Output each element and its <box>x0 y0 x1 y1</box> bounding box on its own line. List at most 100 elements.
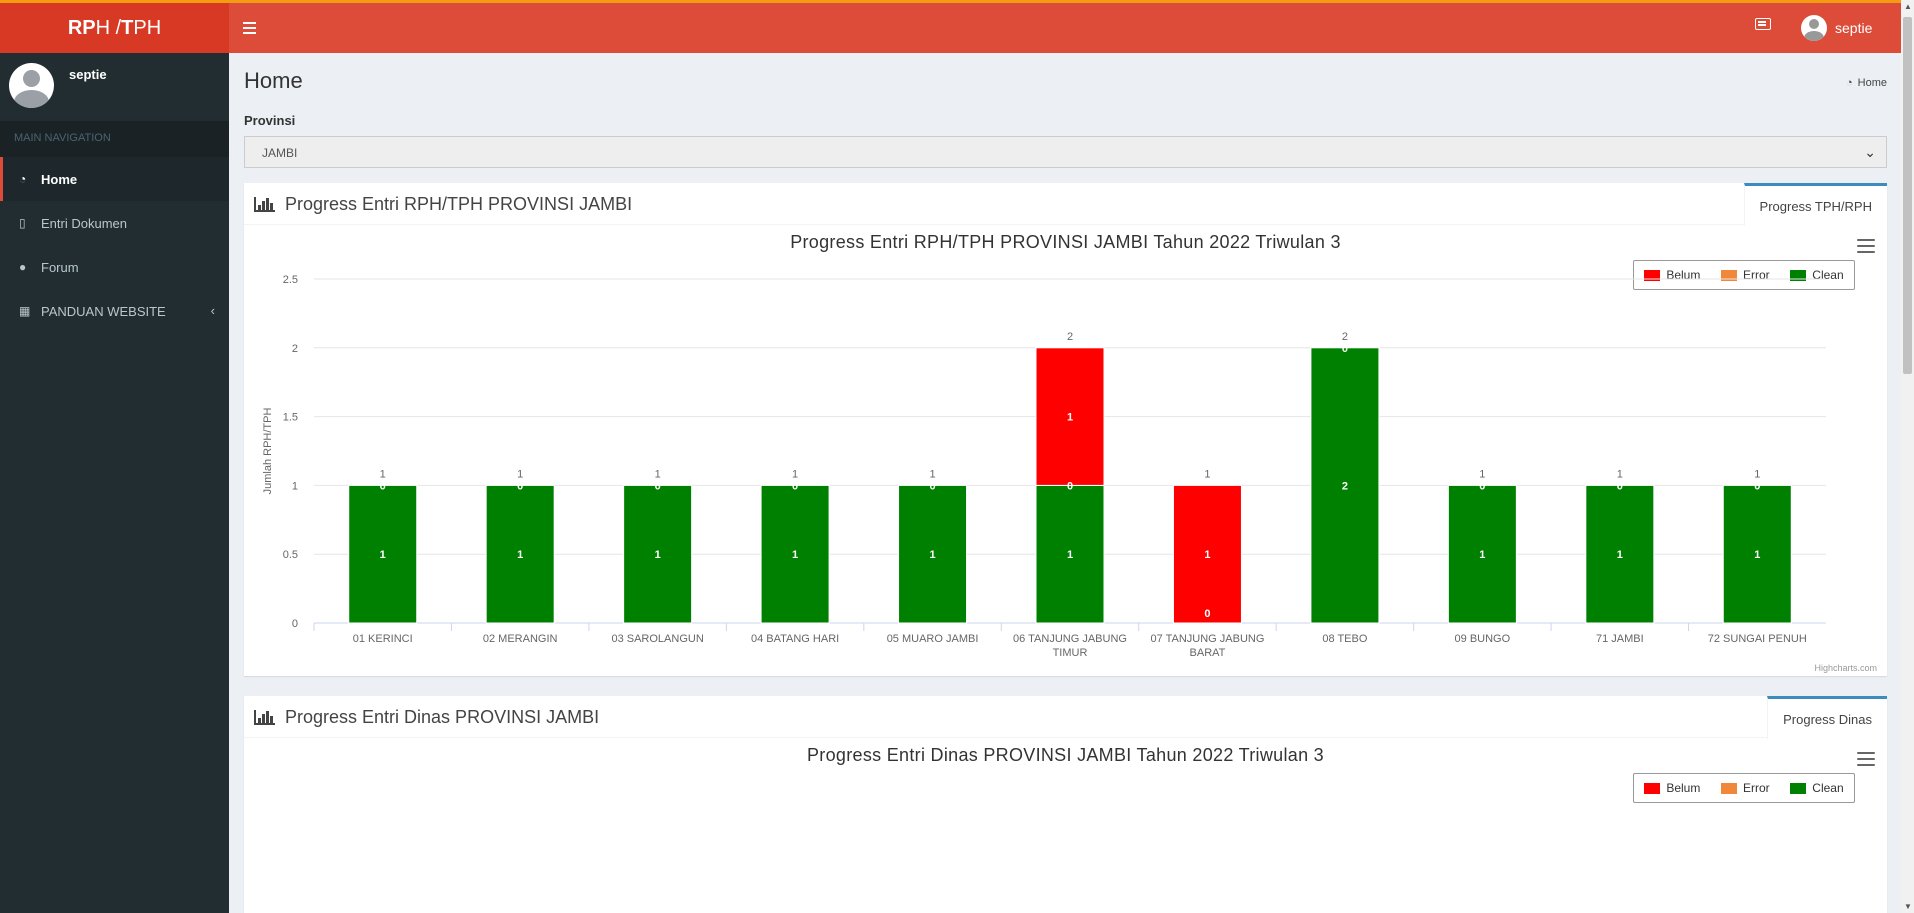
legend-item-clean[interactable]: Clean <box>1790 781 1844 795</box>
rph-tph-progress-panel: Progress Entri RPH/TPH PROVINSI JAMBI Pr… <box>244 183 1887 676</box>
x-category-label: 03 SAROLANGUN <box>611 633 703 645</box>
data-label: 1 <box>380 549 386 561</box>
app-logo[interactable]: RP H / T PH <box>0 3 229 53</box>
file-icon: ▯ <box>19 216 26 230</box>
sidebar-item-home[interactable]: ◔ Home <box>0 157 229 201</box>
logo-text-bold: T <box>121 16 134 39</box>
x-category-label: 71 JAMBI <box>1596 633 1644 645</box>
stacked-bar-chart: 00.511.522.5Jumlah RPH/TPH10101 KERINCI1… <box>262 274 1826 659</box>
legend-swatch <box>1790 782 1807 794</box>
sidebar-username: septie <box>69 67 107 82</box>
bar-chart-icon <box>254 710 275 725</box>
data-label-zero: 0 <box>929 480 935 492</box>
legend-label: Error <box>1742 781 1770 795</box>
data-label: 1 <box>1617 549 1623 561</box>
tab-progress-tph-rph[interactable]: Progress TPH/RPH <box>1743 183 1887 226</box>
x-category-label: 02 MERANGIN <box>483 633 558 645</box>
data-label-zero: 0 <box>1754 480 1760 492</box>
stack-total-label: 2 <box>1067 331 1073 343</box>
id-card-icon[interactable] <box>1755 18 1771 30</box>
legend-swatch <box>1644 782 1661 794</box>
stack-total-label: 1 <box>655 468 661 480</box>
chevron-left-icon: ‹ <box>210 303 215 318</box>
breadcrumb-home: Home <box>1857 77 1887 89</box>
data-label: 1 <box>517 549 523 561</box>
data-label-zero: 0 <box>1342 343 1348 355</box>
y-tick-label: 1.5 <box>283 412 298 424</box>
provinsi-selected-value: JAMBI <box>262 146 298 160</box>
breadcrumb[interactable]: ◔ Home <box>1846 77 1887 89</box>
y-tick-label: 0.5 <box>283 549 298 561</box>
data-label: 2 <box>1342 480 1348 492</box>
data-label-zero: 0 <box>1479 480 1485 492</box>
logo-text-bold: RP <box>67 16 96 39</box>
sidebar-item-label: PANDUAN WEBSITE <box>41 303 166 319</box>
legend-item-belum[interactable]: Belum <box>1644 781 1700 795</box>
sidebar-item-forum[interactable]: ● Forum <box>0 245 229 289</box>
x-category-label: 04 BATANG HARI <box>751 633 839 645</box>
y-tick-label: 2 <box>292 343 298 355</box>
user-panel: septie <box>0 53 229 118</box>
top-navbar: septie <box>229 3 1901 53</box>
logo-text: PH <box>133 16 162 39</box>
x-category-label: 08 TEBO <box>1322 633 1367 645</box>
y-tick-label: 1 <box>292 480 298 492</box>
panel-header: Progress Entri RPH/TPH PROVINSI JAMBI Pr… <box>244 183 1887 226</box>
data-label: 1 <box>1754 549 1760 561</box>
sidebar-item-entri-dokumen[interactable]: ▯ Entri Dokumen <box>0 201 229 245</box>
data-label: 1 <box>1479 549 1485 561</box>
x-category-label: 72 SUNGAI PENUH <box>1708 633 1807 645</box>
chart-menu-icon[interactable] <box>1857 752 1875 766</box>
x-category-label: 01 KERINCI <box>353 633 413 645</box>
sidebar-item-label: Forum <box>41 259 79 275</box>
x-category-label: 07 TANJUNG JABUNG <box>1151 633 1265 645</box>
x-category-label: 05 MUARO JAMBI <box>887 633 979 645</box>
scrollbar-thumb[interactable] <box>1903 17 1912 374</box>
data-label-zero: 0 <box>1617 480 1623 492</box>
sidebar: septie MAIN NAVIGATION ◔ Home ▯ Entri Do… <box>0 53 229 913</box>
tab-progress-dinas[interactable]: Progress Dinas <box>1767 696 1887 739</box>
data-label: 1 <box>929 549 935 561</box>
x-category-label: 06 TANJUNG JABUNG <box>1013 633 1127 645</box>
bar-chart-icon <box>254 197 275 212</box>
data-label-zero: 0 <box>1067 480 1073 492</box>
stack-total-label: 1 <box>1754 468 1760 480</box>
sidebar-toggle-icon[interactable] <box>243 17 265 39</box>
nav-header: MAIN NAVIGATION <box>0 121 229 157</box>
sidebar-item-panduan-website[interactable]: ▦ PANDUAN WEBSITE ‹ <box>0 289 229 333</box>
legend-label: Clean <box>1812 781 1844 795</box>
scroll-up-icon[interactable]: ▲ <box>1904 2 1912 11</box>
user-menu[interactable]: septie <box>1801 13 1872 43</box>
sidebar-item-label: Home <box>41 171 78 187</box>
data-label: 1 <box>1067 549 1073 561</box>
provinsi-label: Provinsi <box>244 113 296 128</box>
data-label-zero: 0 <box>1204 608 1210 620</box>
comments-icon: ● <box>19 260 27 274</box>
x-category-label: 09 BUNGO <box>1455 633 1511 645</box>
sidebar-item-label: Entri Dokumen <box>41 215 127 231</box>
stack-total-label: 1 <box>1479 468 1485 480</box>
data-label: 1 <box>655 549 661 561</box>
provinsi-select[interactable]: JAMBI ⌄ <box>244 136 1887 168</box>
legend-swatch <box>1720 782 1737 794</box>
legend-item-error[interactable]: Error <box>1720 781 1770 795</box>
chart-credits[interactable]: Highcharts.com <box>1814 663 1877 673</box>
page-scrollbar[interactable]: ▲ ▼ <box>1901 0 1914 913</box>
avatar <box>1801 15 1827 41</box>
y-tick-label: 2.5 <box>283 274 298 286</box>
data-label: 1 <box>1067 412 1073 424</box>
data-label-zero: 0 <box>517 480 523 492</box>
x-category-label: TIMUR <box>1053 647 1088 659</box>
panel-title: Progress Entri Dinas PROVINSI JAMBI <box>254 707 599 728</box>
data-label: 1 <box>1204 549 1210 561</box>
stack-total-label: 1 <box>1617 468 1623 480</box>
table-icon: ▦ <box>19 304 31 318</box>
dashboard-icon: ◔ <box>1846 77 1853 89</box>
data-label-zero: 0 <box>380 480 386 492</box>
page-title: Home <box>244 68 303 93</box>
logo-text: H / <box>95 16 122 39</box>
stack-total-label: 1 <box>517 468 523 480</box>
header-username: septie <box>1835 20 1873 36</box>
scroll-down-icon[interactable]: ▼ <box>1904 902 1912 911</box>
chart-legend: Belum Error Clean <box>1633 773 1855 803</box>
